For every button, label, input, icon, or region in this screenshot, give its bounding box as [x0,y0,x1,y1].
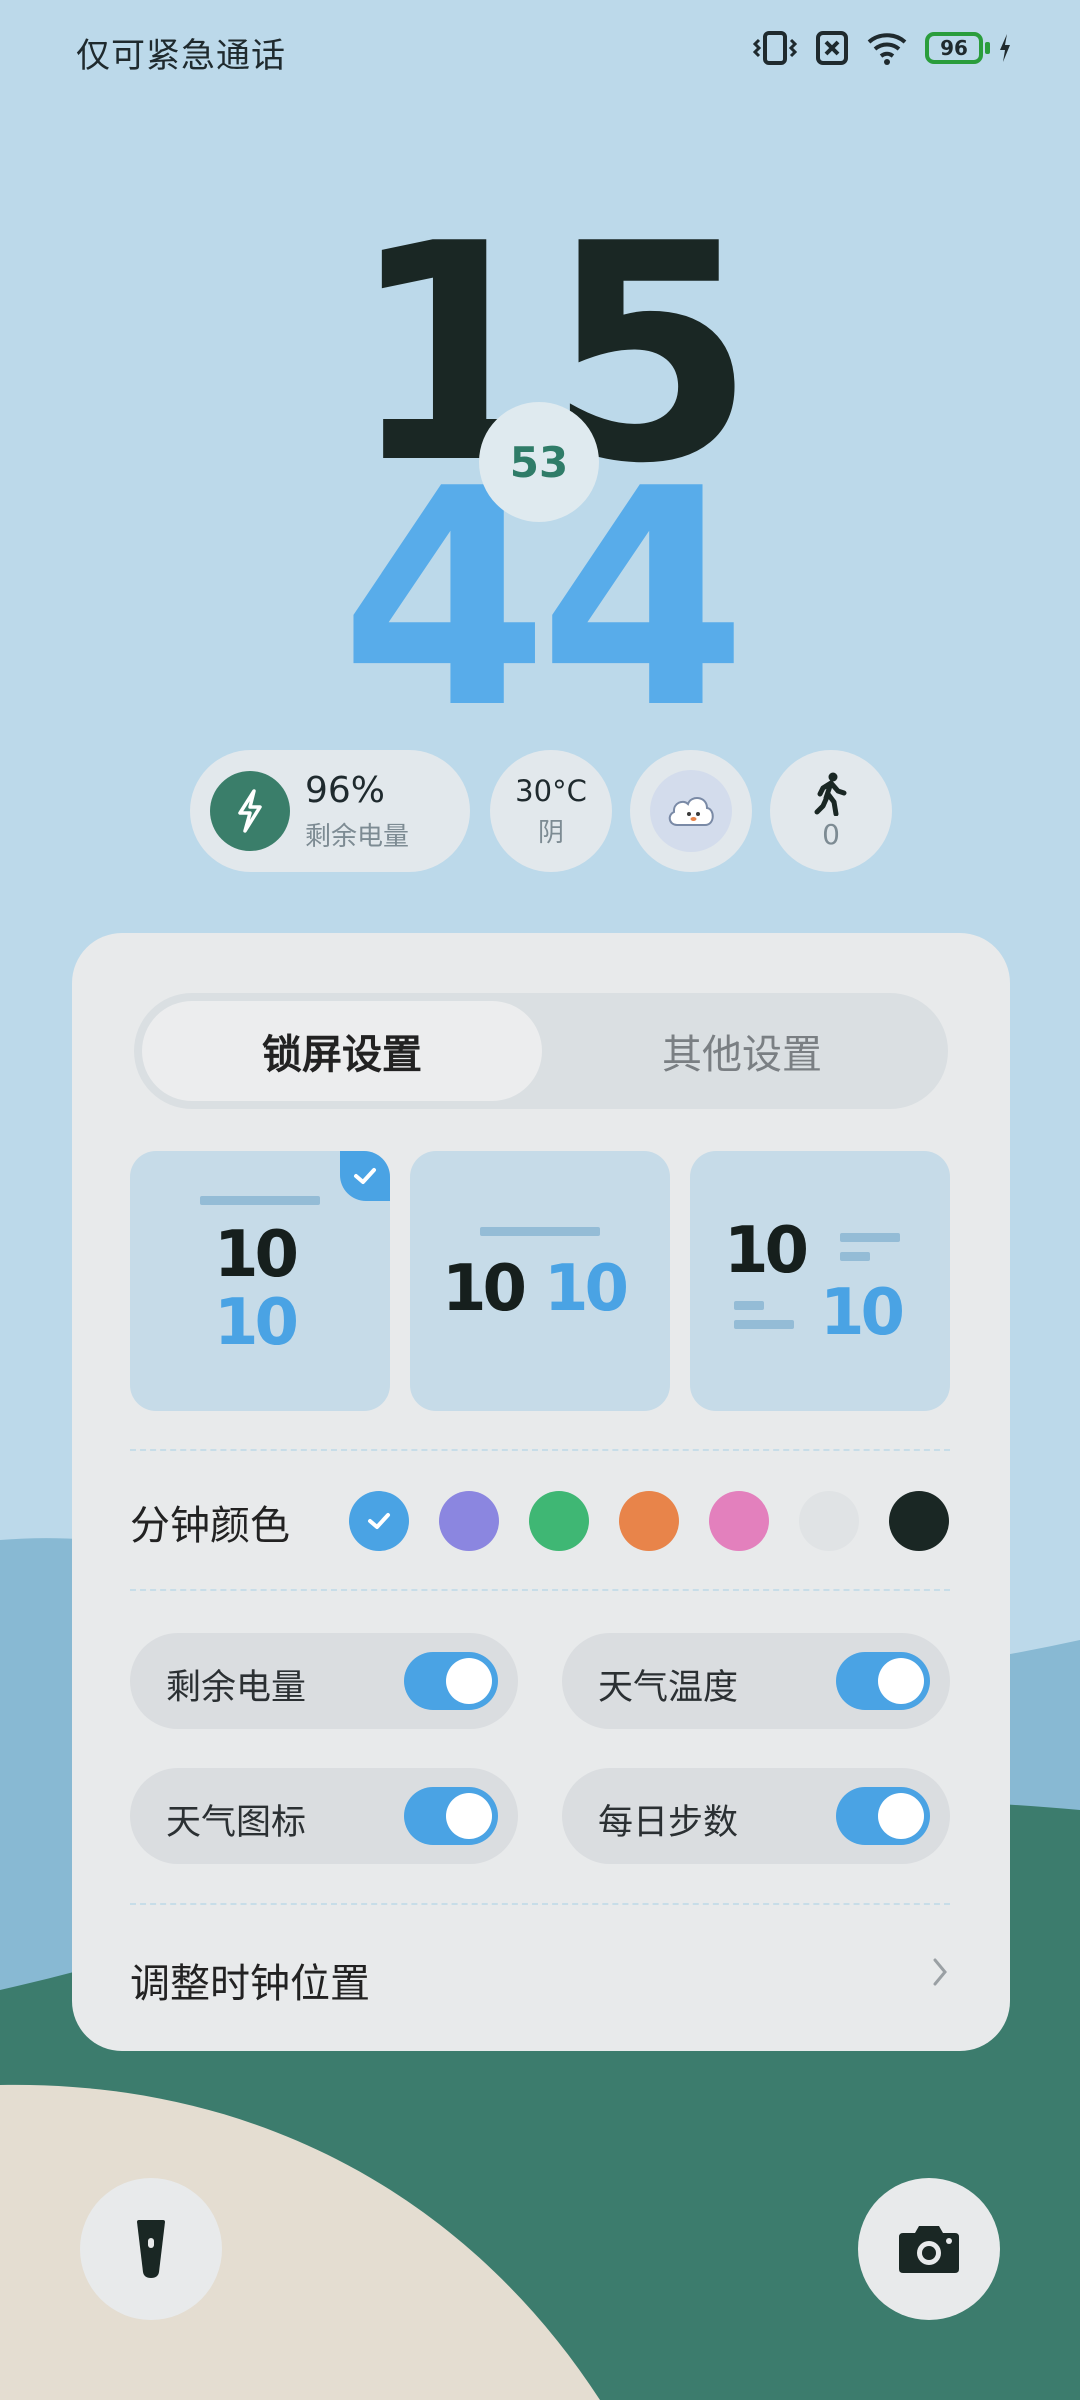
clock-second-badge: 53 [479,402,599,522]
weather-condition: 阴 [537,817,564,848]
color-swatch-blue[interactable] [349,1491,409,1551]
toggle-weather-icon[interactable]: 天气图标 [130,1768,518,1864]
style-preview-minute: 10 [544,1252,629,1326]
lockscreen-clock: 15 44 53 [0,0,1080,750]
widget-row: 96% 剩余电量 30°C 阴 0 [0,750,1080,875]
charging-bolt-icon [1000,34,1010,62]
adjust-clock-position-label: 调整时钟位置 [130,1961,370,2007]
toggle-daily-steps[interactable]: 每日步数 [562,1768,950,1864]
settings-tabs: 锁屏设置 其他设置 [134,993,948,1109]
weather-icon-widget[interactable] [630,750,752,872]
style-preview-minute: 10 [214,1286,299,1360]
tab-lockscreen-settings[interactable]: 锁屏设置 [142,1001,542,1101]
status-icons: 96 [753,30,1012,66]
battery-percent: 96% [305,770,386,811]
status-bar: 仅可紧急通话 96 [0,0,1080,100]
clock-style-diagonal[interactable]: 10 10 [690,1151,950,1411]
chevron-right-icon [933,1958,947,1986]
style-preview-bar [840,1252,870,1261]
toggle-weather-temperature[interactable]: 天气温度 [562,1633,950,1729]
clock-settings-panel: 锁屏设置 其他设置 10 10 10 10 10 10 分钟颜色 剩余电量 天气… [72,933,1010,2051]
walking-person-icon [814,772,847,816]
style-preview-hour: 10 [442,1252,527,1326]
color-swatch-light-gray[interactable] [799,1491,859,1551]
style-preview-bar [480,1227,600,1236]
tab-other-settings[interactable]: 其他设置 [542,1001,942,1101]
weather-icon-switch[interactable] [404,1787,498,1845]
color-swatch-green[interactable] [529,1491,589,1551]
style-preview-bar [200,1196,320,1205]
battery-label: 剩余电量 [305,822,410,852]
selected-check-icon [340,1151,390,1201]
wifi-icon [867,33,907,65]
battery-widget[interactable]: 96% 剩余电量 [190,750,470,872]
style-preview-minute: 10 [820,1276,905,1350]
carrier-text: 仅可紧急通话 [76,36,286,76]
cloud-face-icon [650,770,732,852]
toggle-label: 天气图标 [166,1803,307,1843]
weather-temperature-switch[interactable] [836,1652,930,1710]
vibrate-icon [753,31,797,65]
clock-style-horizontal[interactable]: 10 10 [410,1151,670,1411]
toggle-label: 每日步数 [598,1803,739,1843]
style-preview-hour: 10 [724,1214,809,1288]
temperature-widget[interactable]: 30°C 阴 [490,750,612,872]
toggle-battery-remaining[interactable]: 剩余电量 [130,1633,518,1729]
minute-color-label: 分钟颜色 [130,1503,290,1549]
clock-second: 53 [509,437,569,487]
temperature-value: 30°C [515,773,587,808]
divider [130,1589,950,1591]
battery-remaining-switch[interactable] [404,1652,498,1710]
steps-widget[interactable]: 0 [770,750,892,872]
no-sim-icon [816,31,848,65]
style-preview-bar [840,1233,900,1242]
divider [130,1449,950,1451]
style-preview-hour: 10 [214,1218,299,1292]
divider [130,1903,950,1905]
battery-icon: 96 [925,32,983,64]
color-swatch-black[interactable] [889,1491,949,1551]
toggle-label: 剩余电量 [166,1668,307,1708]
lightning-icon [210,771,290,851]
camera-button[interactable] [858,2178,1000,2320]
camera-icon [899,2226,959,2273]
steps-count: 0 [822,817,840,851]
toggle-label: 天气温度 [598,1668,739,1708]
adjust-clock-position-row[interactable]: 调整时钟位置 [130,1945,950,2007]
color-swatch-pink[interactable] [709,1491,769,1551]
color-swatch-orange[interactable] [619,1491,679,1551]
clock-style-picker: 10 10 10 10 10 10 [130,1151,950,1411]
clock-style-stacked[interactable]: 10 10 [130,1151,390,1411]
flashlight-button[interactable] [80,2178,222,2320]
selected-check-icon [368,1513,390,1529]
daily-steps-switch[interactable] [836,1787,930,1845]
flashlight-icon [137,2220,165,2278]
color-swatch-purple[interactable] [439,1491,499,1551]
style-preview-bar [734,1320,794,1329]
style-preview-bar [734,1301,764,1310]
